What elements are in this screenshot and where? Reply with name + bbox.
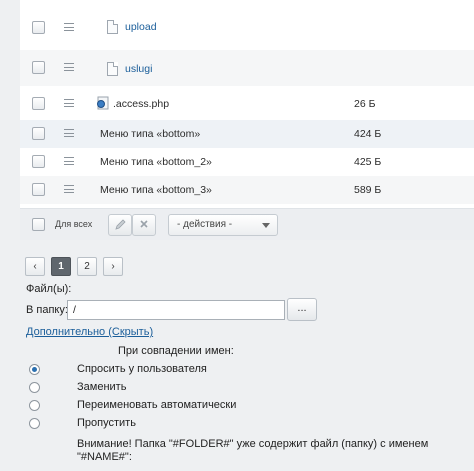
row-checkbox[interactable] (32, 127, 45, 140)
file-name-link[interactable]: uslugi (125, 63, 152, 75)
file-name[interactable]: Меню типа «bottom_3» (100, 184, 212, 196)
table-row[interactable]: uslugi (20, 50, 474, 86)
row-checkbox[interactable] (32, 61, 45, 74)
pencil-icon (115, 219, 126, 230)
file-size: 425 Б (354, 156, 382, 168)
conflict-title: При совпадении имен: (118, 345, 234, 357)
chevron-down-icon (262, 223, 270, 228)
drag-handle-icon[interactable] (64, 63, 74, 71)
folder-path-input[interactable] (67, 300, 285, 320)
radio-label-rename-auto[interactable]: Переименовать автоматически (77, 399, 236, 411)
row-checkbox[interactable] (32, 155, 45, 168)
pagination-page-1[interactable]: 1 (51, 257, 71, 276)
drag-handle-icon[interactable] (64, 23, 74, 31)
actions-select[interactable]: - действия - (168, 214, 278, 236)
select-all-checkbox[interactable] (32, 218, 45, 231)
radio-replace[interactable] (29, 382, 40, 393)
radio-label-ask-user[interactable]: Спросить у пользователя (77, 363, 207, 375)
table-row[interactable]: upload (20, 12, 474, 42)
folder-label: В папку: (26, 304, 68, 316)
file-list-panel: upload uslugi .access.php 26 Б Меню типа… (20, 0, 474, 240)
radio-label-skip[interactable]: Пропустить (77, 417, 136, 429)
file-name[interactable]: Меню типа «bottom_2» (100, 156, 212, 168)
pagination-prev-button[interactable]: ‹ (25, 257, 45, 276)
file-name[interactable]: .access.php (113, 98, 169, 110)
files-label: Файл(ы): (26, 283, 72, 295)
table-row[interactable]: Меню типа «bottom» 424 Б (20, 120, 474, 148)
file-size: 424 Б (354, 128, 382, 140)
folder-icon (107, 20, 118, 34)
row-checkbox[interactable] (32, 97, 45, 110)
drag-handle-icon[interactable] (64, 99, 74, 107)
radio-rename-auto[interactable] (29, 400, 40, 411)
row-checkbox[interactable] (32, 183, 45, 196)
edit-button[interactable] (108, 214, 132, 236)
file-name-link[interactable]: upload (125, 21, 157, 33)
pagination-next-button[interactable]: › (103, 257, 123, 276)
delete-button[interactable] (132, 214, 156, 236)
file-name[interactable]: Меню типа «bottom» (100, 128, 200, 140)
advanced-toggle-link[interactable]: Дополнительно (Скрыть) (26, 326, 153, 338)
php-file-icon (97, 96, 109, 110)
actions-select-value: - действия - (177, 219, 233, 230)
browse-folder-button[interactable]: ... (287, 298, 317, 321)
group-actions-bar: Для всех - действия - (20, 208, 474, 240)
pagination-page-2[interactable]: 2 (77, 257, 97, 276)
radio-ask-user[interactable] (29, 364, 40, 375)
file-size: 589 Б (354, 184, 382, 196)
radio-skip[interactable] (29, 418, 40, 429)
close-icon (140, 220, 148, 228)
table-row[interactable]: Меню типа «bottom_3» 589 Б (20, 176, 474, 204)
folder-icon (107, 62, 118, 76)
conflict-warning-text: Внимание! Папка "#FOLDER#" уже содержит … (77, 438, 429, 463)
file-size: 26 Б (354, 98, 376, 110)
table-row[interactable]: .access.php 26 Б (20, 90, 474, 118)
radio-label-replace[interactable]: Заменить (77, 381, 126, 393)
table-row[interactable]: Меню типа «bottom_2» 425 Б (20, 148, 474, 176)
drag-handle-icon[interactable] (64, 129, 74, 137)
for-all-label: Для всех (55, 219, 93, 229)
drag-handle-icon[interactable] (64, 185, 74, 193)
row-checkbox[interactable] (32, 21, 45, 34)
drag-handle-icon[interactable] (64, 157, 74, 165)
